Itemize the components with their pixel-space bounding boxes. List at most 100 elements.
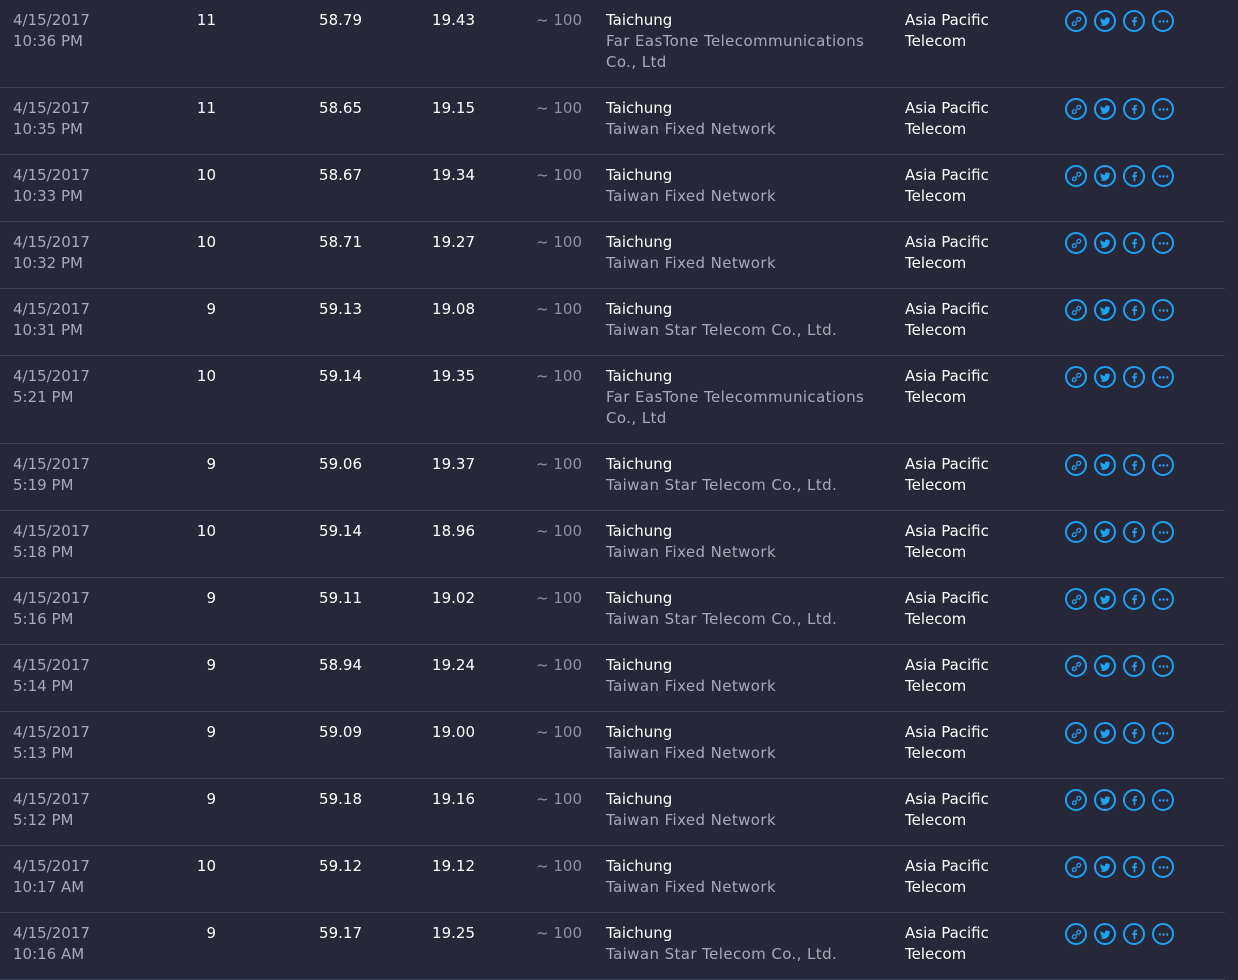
server-location: Taichung Taiwan Star Telecom Co., Ltd. bbox=[606, 923, 886, 965]
copy-link-button[interactable] bbox=[1065, 232, 1087, 254]
share-facebook-button[interactable] bbox=[1123, 165, 1145, 187]
row-actions bbox=[1065, 366, 1174, 388]
result-row[interactable]: 4/15/2017 5:16 PM 9 59.11 19.02 ~ 100 Taichung… bbox=[0, 578, 1225, 645]
share-twitter-button[interactable] bbox=[1094, 856, 1116, 878]
copy-link-button[interactable] bbox=[1065, 923, 1087, 945]
share-facebook-button[interactable] bbox=[1123, 98, 1145, 120]
facebook-icon bbox=[1128, 660, 1141, 673]
copy-link-button[interactable] bbox=[1065, 588, 1087, 610]
copy-link-button[interactable] bbox=[1065, 454, 1087, 476]
row-actions bbox=[1065, 299, 1174, 321]
more-options-button[interactable] bbox=[1152, 588, 1174, 610]
more-options-button[interactable] bbox=[1152, 923, 1174, 945]
share-facebook-button[interactable] bbox=[1123, 232, 1145, 254]
row-actions bbox=[1065, 655, 1174, 677]
more-options-button[interactable] bbox=[1152, 10, 1174, 32]
share-facebook-button[interactable] bbox=[1123, 655, 1145, 677]
result-row[interactable]: 4/15/2017 5:21 PM 10 59.14 19.35 ~ 100 Taichun… bbox=[0, 356, 1225, 444]
share-twitter-button[interactable] bbox=[1094, 923, 1116, 945]
upload-value: 19.37 bbox=[432, 455, 475, 473]
server-name: Taiwan Fixed Network bbox=[606, 677, 777, 695]
result-row[interactable]: 4/15/2017 10:32 PM 10 58.71 19.27 ~ 100 Taichu… bbox=[0, 222, 1225, 289]
isp-name: Asia Pacific Telecom bbox=[905, 99, 989, 138]
more-options-button[interactable] bbox=[1152, 165, 1174, 187]
result-row[interactable]: 4/15/2017 10:33 PM 10 58.67 19.34 ~ 100 Taichu… bbox=[0, 155, 1225, 222]
more-options-button[interactable] bbox=[1152, 521, 1174, 543]
copy-link-button[interactable] bbox=[1065, 299, 1087, 321]
result-row[interactable]: 4/15/2017 10:35 PM 11 58.65 19.15 ~ 100 Taichu… bbox=[0, 88, 1225, 155]
result-time: 10:36 PM bbox=[13, 32, 83, 50]
copy-link-button[interactable] bbox=[1065, 10, 1087, 32]
more-options-button[interactable] bbox=[1152, 299, 1174, 321]
share-facebook-button[interactable] bbox=[1123, 856, 1145, 878]
share-facebook-button[interactable] bbox=[1123, 521, 1145, 543]
share-twitter-button[interactable] bbox=[1094, 722, 1116, 744]
result-row[interactable]: 4/15/2017 10:16 AM 9 59.17 19.25 ~ 100 Taichun… bbox=[0, 913, 1225, 980]
more-options-button[interactable] bbox=[1152, 98, 1174, 120]
ping-value: 11 bbox=[196, 11, 216, 29]
share-twitter-button[interactable] bbox=[1094, 98, 1116, 120]
result-row[interactable]: 4/15/2017 5:13 PM 9 59.09 19.00 ~ 100 Taichung… bbox=[0, 712, 1225, 779]
share-twitter-button[interactable] bbox=[1094, 454, 1116, 476]
share-facebook-button[interactable] bbox=[1123, 789, 1145, 811]
link-icon bbox=[1070, 304, 1083, 317]
copy-link-button[interactable] bbox=[1065, 366, 1087, 388]
result-row[interactable]: 4/15/2017 10:17 AM 10 59.12 19.12 ~ 100 Taichu… bbox=[0, 846, 1225, 913]
share-facebook-button[interactable] bbox=[1123, 923, 1145, 945]
more-options-button[interactable] bbox=[1152, 366, 1174, 388]
share-twitter-button[interactable] bbox=[1094, 521, 1116, 543]
result-row[interactable]: 4/15/2017 5:19 PM 9 59.06 19.37 ~ 100 Taichung… bbox=[0, 444, 1225, 511]
upload-value: 19.08 bbox=[432, 300, 475, 318]
result-row[interactable]: 4/15/2017 10:36 PM 11 58.79 19.43 ~ 100 Taichu… bbox=[0, 0, 1225, 88]
share-twitter-button[interactable] bbox=[1094, 165, 1116, 187]
download-value: 58.71 bbox=[319, 233, 362, 251]
share-facebook-button[interactable] bbox=[1123, 588, 1145, 610]
share-facebook-button[interactable] bbox=[1123, 454, 1145, 476]
server-name: Taiwan Fixed Network bbox=[606, 878, 777, 896]
copy-link-button[interactable] bbox=[1065, 521, 1087, 543]
result-time: 5:19 PM bbox=[13, 476, 74, 494]
more-options-button[interactable] bbox=[1152, 856, 1174, 878]
download-value: 59.09 bbox=[319, 723, 362, 741]
copy-link-button[interactable] bbox=[1065, 165, 1087, 187]
copy-link-button[interactable] bbox=[1065, 789, 1087, 811]
server-name: Taiwan Fixed Network bbox=[606, 187, 777, 205]
share-facebook-button[interactable] bbox=[1123, 299, 1145, 321]
more-options-button[interactable] bbox=[1152, 232, 1174, 254]
more-options-button[interactable] bbox=[1152, 789, 1174, 811]
server-location: Taichung Taiwan Fixed Network bbox=[606, 232, 886, 274]
result-row[interactable]: 4/15/2017 5:12 PM 9 59.18 19.16 ~ 100 Taichung… bbox=[0, 779, 1225, 846]
share-twitter-button[interactable] bbox=[1094, 232, 1116, 254]
link-icon bbox=[1070, 237, 1083, 250]
share-facebook-button[interactable] bbox=[1123, 722, 1145, 744]
result-row[interactable]: 4/15/2017 5:18 PM 10 59.14 18.96 ~ 100 Taichun… bbox=[0, 511, 1225, 578]
upload-value: 19.02 bbox=[432, 589, 475, 607]
copy-link-button[interactable] bbox=[1065, 856, 1087, 878]
share-facebook-button[interactable] bbox=[1123, 366, 1145, 388]
download-value: 59.17 bbox=[319, 924, 362, 942]
share-twitter-button[interactable] bbox=[1094, 789, 1116, 811]
share-twitter-button[interactable] bbox=[1094, 588, 1116, 610]
link-icon bbox=[1070, 727, 1083, 740]
copy-link-button[interactable] bbox=[1065, 655, 1087, 677]
more-icon bbox=[1157, 103, 1170, 116]
server-city: Taichung bbox=[606, 790, 673, 808]
share-twitter-button[interactable] bbox=[1094, 10, 1116, 32]
copy-link-button[interactable] bbox=[1065, 98, 1087, 120]
copy-link-button[interactable] bbox=[1065, 722, 1087, 744]
share-twitter-button[interactable] bbox=[1094, 366, 1116, 388]
result-time: 10:31 PM bbox=[13, 321, 83, 339]
twitter-icon bbox=[1099, 928, 1112, 941]
result-row[interactable]: 4/15/2017 5:14 PM 9 58.94 19.24 ~ 100 Taichung… bbox=[0, 645, 1225, 712]
share-facebook-button[interactable] bbox=[1123, 10, 1145, 32]
more-options-button[interactable] bbox=[1152, 454, 1174, 476]
more-options-button[interactable] bbox=[1152, 655, 1174, 677]
row-actions bbox=[1065, 10, 1174, 32]
twitter-icon bbox=[1099, 727, 1112, 740]
isp-name: Asia Pacific Telecom bbox=[905, 166, 989, 205]
result-row[interactable]: 4/15/2017 10:31 PM 9 59.13 19.08 ~ 100 Taichun… bbox=[0, 289, 1225, 356]
packet-value: ~ 100 bbox=[536, 166, 582, 184]
share-twitter-button[interactable] bbox=[1094, 299, 1116, 321]
more-options-button[interactable] bbox=[1152, 722, 1174, 744]
share-twitter-button[interactable] bbox=[1094, 655, 1116, 677]
